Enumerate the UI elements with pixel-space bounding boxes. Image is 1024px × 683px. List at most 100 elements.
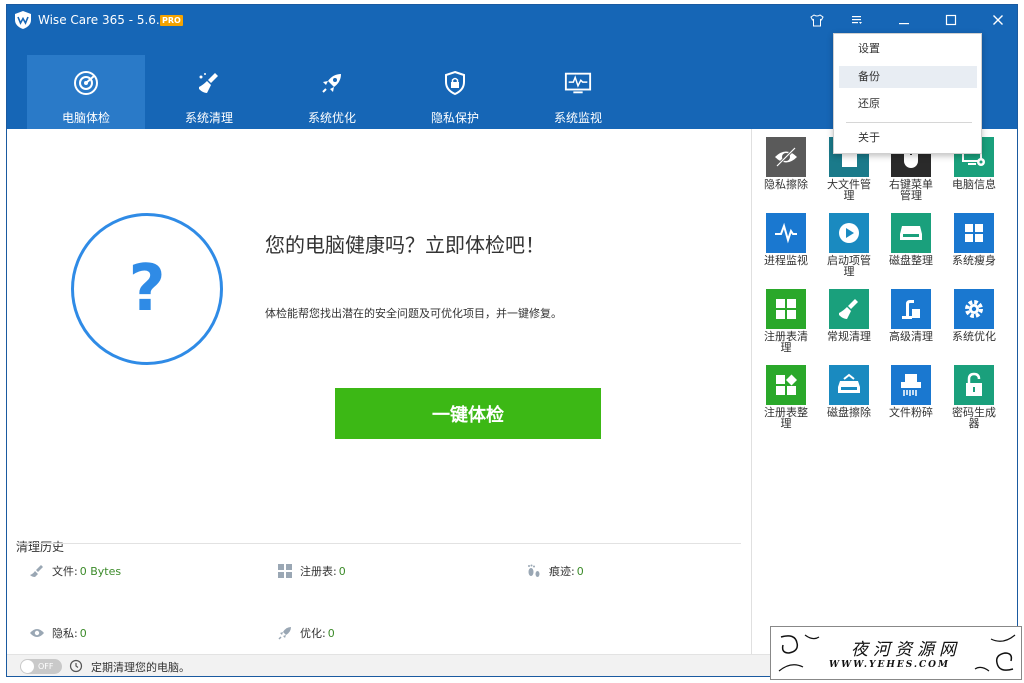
broom-icon [829,289,869,329]
page-headline: 您的电脑健康吗？立即体检吧！ [265,233,545,257]
disk-wipe-icon [829,365,869,405]
tool-label: 磁盘擦除 [827,406,871,419]
stat-value: 0 [327,626,335,640]
toggle-knob [21,660,34,673]
watermark-logo: 夜河资源网 WWW.YEHES.COM [770,626,1022,680]
stat-value: 0 [338,564,346,578]
clock-icon [69,659,83,673]
stat-files: 文件: 0 Bytes [28,563,121,579]
tool-label: 系统瘦身 [952,254,996,267]
rocket-icon [276,625,294,641]
menu-separator [846,122,972,123]
ornament-right-icon [974,634,1016,672]
skin-button[interactable] [804,9,830,31]
tool-label: 高级清理 [889,330,933,343]
tool-label: 文件粉碎 [889,406,933,419]
play-icon [829,213,869,253]
stat-privacy: 隐私: 0 [28,625,87,641]
stat-label: 注册表: [300,565,337,578]
main-nav: 电脑体检 系统清理 系统优化 隐私保护 系统监视 [27,55,642,129]
tool-registry-defrag[interactable]: 注册表整理 [760,365,812,429]
tool-label: 启动项管理 [827,254,871,278]
menu-item-backup[interactable]: 备份 [839,66,977,88]
shield-lock-icon [441,69,469,97]
tool-label: 右键菜单管理 [889,178,933,202]
windows-icon [954,213,994,253]
tab-pc-checkup[interactable]: 电脑体检 [27,55,145,129]
maximize-button[interactable] [938,9,964,31]
tool-label: 大文件管理 [827,178,871,202]
tool-file-shredder[interactable]: 文件粉碎 [885,365,937,418]
tool-startup-manager[interactable]: 启动项管理 [823,213,875,277]
schedule-text: 定期清理您的电脑。 [91,661,190,674]
app-logo-icon [15,11,31,29]
shredder-icon [891,365,931,405]
one-click-scan-button[interactable]: 一键体检 [335,388,601,439]
tool-label: 磁盘整理 [889,254,933,267]
stat-label: 痕迹: [549,565,575,578]
menu-item-about[interactable]: 关于 [839,127,977,149]
gear-icon [954,289,994,329]
stat-value: 0 [576,564,584,578]
menu-icon [852,16,862,24]
tool-registry-cleaner[interactable]: 注册表清理 [760,289,812,353]
footprint-icon [525,563,543,579]
close-icon [993,15,1003,25]
tool-disk-eraser[interactable]: 磁盘擦除 [823,365,875,418]
tab-label: 电脑体检 [61,111,110,125]
ornament-left-icon [778,634,820,672]
tool-label: 进程监视 [764,254,808,267]
menu-item-settings[interactable]: 设置 [839,38,977,60]
eye-slash-icon [766,137,806,177]
watermark-title: 夜河资源网 [851,640,961,660]
tool-common-cleaner[interactable]: 常规清理 [823,289,875,342]
tool-privacy-eraser[interactable]: 隐私擦除 [760,137,812,190]
grid-diamond-icon [766,365,806,405]
stat-registry: 注册表: 0 [276,563,346,579]
main-panel: ? 您的电脑健康吗？立即体检吧！ 体检能帮您找出潜在的安全问题及可优化项目，并一… [7,129,751,654]
stat-optimize: 优化: 0 [276,625,335,641]
tab-label: 系统清理 [184,111,233,125]
question-mark-icon: ? [128,252,166,326]
radar-icon [72,69,100,97]
tab-label: 系统优化 [307,111,356,125]
tool-disk-defrag[interactable]: 磁盘整理 [885,213,937,266]
history-divider [16,543,741,544]
tool-process-monitor[interactable]: 进程监视 [760,213,812,266]
tab-label: 隐私保护 [430,111,479,125]
schedule-toggle[interactable]: OFF [20,659,62,674]
tab-system-clean[interactable]: 系统清理 [150,55,268,129]
rocket-icon [318,69,346,97]
menu-button[interactable] [844,9,870,31]
tool-advanced-cleaner[interactable]: 高级清理 [885,289,937,342]
stat-label: 文件: [52,565,78,578]
tool-label: 注册表整理 [764,406,808,430]
maximize-icon [945,14,957,26]
tool-label: 电脑信息 [952,178,996,191]
stat-label: 隐私: [52,627,78,640]
tab-system-monitor[interactable]: 系统监视 [519,55,637,129]
tool-label: 系统优化 [952,330,996,343]
main-menu-dropdown: 设置 备份 还原 关于 [833,33,982,154]
stat-value: 0 [79,626,87,640]
menu-item-restore[interactable]: 还原 [839,93,977,115]
tool-label: 隐私擦除 [764,178,808,191]
minimize-icon [899,23,909,25]
stat-value: 0 Bytes [79,564,122,578]
close-button[interactable] [985,9,1011,31]
tool-label: 密码生成器 [952,406,996,430]
tool-system-slimming[interactable]: 系统瘦身 [948,213,1000,266]
shirt-icon [810,13,824,26]
tab-system-optimize[interactable]: 系统优化 [273,55,391,129]
stat-traces: 痕迹: 0 [525,563,584,579]
disk-icon [891,213,931,253]
grid-icon [766,289,806,329]
health-status-circle: ? [71,213,223,365]
minimize-button[interactable] [891,9,917,31]
tab-privacy-protect[interactable]: 隐私保护 [396,55,514,129]
tool-password-generator[interactable]: 密码生成器 [948,365,1000,429]
history-title: 清理历史 [16,540,65,554]
tool-system-optimizer[interactable]: 系统优化 [948,289,1000,342]
tools-panel: 隐私擦除 大文件管理 右键菜单管理 电脑信息 进程监视 启动项管理 磁盘整理 系… [751,129,1017,654]
eye-icon [28,625,46,641]
